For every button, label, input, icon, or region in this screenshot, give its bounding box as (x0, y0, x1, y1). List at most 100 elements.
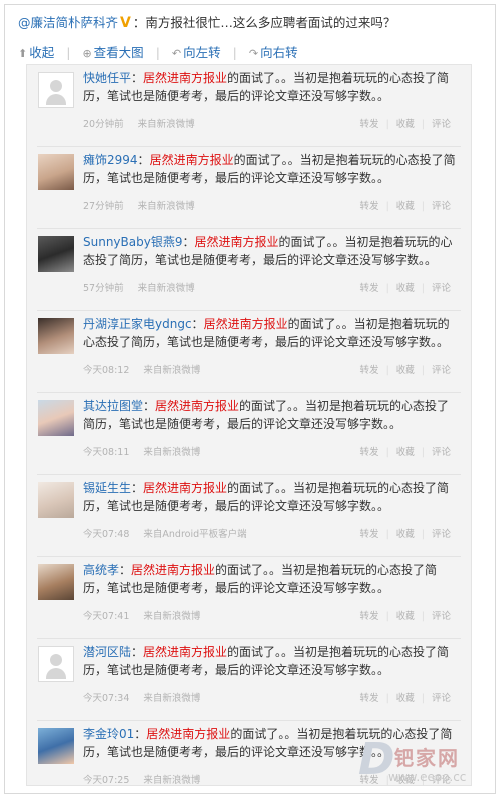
commenter-name[interactable]: 其达拉图堂 (83, 399, 143, 413)
source[interactable]: 来自新浪微博 (143, 693, 200, 704)
favorite-link[interactable]: 收藏 (396, 365, 415, 376)
avatar[interactable] (38, 318, 74, 354)
comment-actions: 转发 | 收藏 | 评论 (360, 116, 451, 130)
comment-colon: ： (143, 399, 156, 413)
rotate-right-button[interactable]: ↷ 向右转 (249, 42, 298, 61)
comment-colon: ： (131, 645, 144, 659)
rotate-right-label: 向右转 (260, 45, 298, 60)
action-separator: | (421, 529, 425, 540)
repost-link[interactable]: 转发 (360, 529, 379, 540)
comment-link[interactable]: 评论 (432, 201, 451, 212)
timestamp[interactable]: 今天08:12 (83, 365, 129, 376)
list-item: 其达拉图堂：居然进南方报业的面试了。。当初是抱着玩玩的心态投了简历，笔试也是随便… (27, 393, 471, 475)
comment-link[interactable]: 评论 (432, 611, 451, 622)
source[interactable]: 来自新浪微博 (143, 611, 200, 622)
comment-highlight: 居然进南方报业 (131, 563, 216, 577)
comment-colon: ： (131, 481, 144, 495)
action-separator: | (421, 119, 425, 130)
avatar[interactable] (38, 154, 74, 190)
zoom-icon: ⊕ (82, 47, 92, 60)
comment-link[interactable]: 评论 (432, 365, 451, 376)
comment-link[interactable]: 评论 (432, 529, 451, 540)
commenter-name[interactable]: 瘫饰2994 (83, 153, 138, 167)
comment-text: 瘫饰2994：居然进南方报业的面试了。。当初是抱着玩玩的心态投了简历，笔试也是随… (83, 151, 461, 187)
toolbar-divider: | (66, 45, 71, 60)
action-separator: | (421, 447, 425, 458)
source[interactable]: 来自新浪微博 (143, 775, 200, 786)
rotate-right-icon: ↷ (248, 47, 259, 60)
comment-meta: 27分钟前 来自新浪微博 转发 | 收藏 | 评论 (83, 198, 461, 212)
rotate-left-button[interactable]: ↶ 向左转 (172, 42, 221, 61)
commenter-name[interactable]: 李金玲01 (83, 727, 134, 741)
commenter-name[interactable]: 锡延生生 (83, 481, 131, 495)
comment-text: SunnyBaby银燕9：居然进南方报业的面试了。。当初是抱着玩玩的心态投了简历… (83, 233, 461, 269)
repost-link[interactable]: 转发 (360, 693, 379, 704)
action-separator: | (421, 611, 425, 622)
comment-actions: 转发 | 收藏 | 评论 (360, 280, 451, 294)
source[interactable]: 来自新浪微博 (138, 119, 195, 130)
view-large-button[interactable]: ⊕ 查看大图 (82, 42, 143, 61)
favorite-link[interactable]: 收藏 (396, 529, 415, 540)
timestamp[interactable]: 今天07:41 (83, 611, 129, 622)
avatar[interactable] (38, 728, 74, 764)
favorite-link[interactable]: 收藏 (396, 693, 415, 704)
comment-highlight: 居然进南方报业 (203, 317, 288, 331)
comment-actions: 转发 | 收藏 | 评论 (360, 608, 451, 622)
source[interactable]: 来自新浪微博 (143, 447, 200, 458)
source[interactable]: 来自新浪微博 (143, 365, 200, 376)
comment-text: 其达拉图堂：居然进南方报业的面试了。。当初是抱着玩玩的心态投了简历，笔试也是随便… (83, 397, 461, 433)
favorite-link[interactable]: 收藏 (396, 119, 415, 130)
timestamp[interactable]: 20分钟前 (83, 119, 124, 130)
comment-highlight: 居然进南方报业 (143, 481, 228, 495)
comment-colon: ： (137, 153, 150, 167)
timestamp[interactable]: 今天07:48 (83, 529, 129, 540)
comment-text: 潜河区陆：居然进南方报业的面试了。。当初是抱着玩玩的心态投了简历，笔试也是随便考… (83, 643, 461, 679)
favorite-link[interactable]: 收藏 (396, 283, 415, 294)
source[interactable]: 来自新浪微博 (138, 201, 195, 212)
favorite-link[interactable]: 收藏 (396, 611, 415, 622)
commenter-name[interactable]: 快她任平 (83, 71, 131, 85)
repost-link[interactable]: 转发 (360, 611, 379, 622)
list-item: 锡延生生：居然进南方报业的面试了。。当初是抱着玩玩的心态投了简历，笔试也是随便考… (27, 475, 471, 557)
commenter-name[interactable]: 潜河区陆 (83, 645, 131, 659)
avatar[interactable] (38, 400, 74, 436)
commenter-name[interactable]: SunnyBaby银燕9 (83, 235, 182, 249)
avatar[interactable] (38, 72, 74, 108)
action-separator: | (421, 693, 425, 704)
repost-link[interactable]: 转发 (360, 119, 379, 130)
comment-link[interactable]: 评论 (432, 119, 451, 130)
comment-highlight: 居然进南方报业 (143, 645, 228, 659)
repost-link[interactable]: 转发 (360, 283, 379, 294)
repost-link[interactable]: 转发 (360, 201, 379, 212)
collapse-button[interactable]: ⬆ 收起 (18, 42, 54, 61)
avatar[interactable] (38, 646, 74, 682)
timestamp[interactable]: 今天08:11 (83, 447, 129, 458)
timestamp[interactable]: 57分钟前 (83, 283, 124, 294)
comment-link[interactable]: 评论 (432, 447, 451, 458)
repost-link[interactable]: 转发 (360, 447, 379, 458)
comment-text: 快她任平：居然进南方报业的面试了。。当初是抱着玩玩的心态投了简历，笔试也是随便考… (83, 69, 461, 105)
commenter-name[interactable]: 丹湖淳正家电ydngc (83, 317, 192, 331)
favorite-link[interactable]: 收藏 (396, 447, 415, 458)
comment-link[interactable]: 评论 (432, 283, 451, 294)
toolbar-divider: | (155, 45, 160, 60)
source[interactable]: 来自Android平板客户端 (143, 529, 246, 540)
avatar[interactable] (38, 564, 74, 600)
watermark-site: 钯家网 (394, 746, 460, 770)
post-author-link[interactable]: @廉洁简朴萨科齐 (18, 15, 118, 30)
avatar[interactable] (38, 236, 74, 272)
comment-meta: 57分钟前 来自新浪微博 转发 | 收藏 | 评论 (83, 280, 461, 294)
commenter-name[interactable]: 高统孝 (83, 563, 119, 577)
repost-link[interactable]: 转发 (360, 365, 379, 376)
toolbar-divider: | (232, 45, 237, 60)
action-separator: | (385, 447, 389, 458)
list-item: SunnyBaby银燕9：居然进南方报业的面试了。。当初是抱着玩玩的心态投了简历… (27, 229, 471, 311)
comment-link[interactable]: 评论 (432, 693, 451, 704)
favorite-link[interactable]: 收藏 (396, 201, 415, 212)
timestamp[interactable]: 今天07:25 (83, 775, 129, 786)
timestamp[interactable]: 今天07:34 (83, 693, 129, 704)
source[interactable]: 来自新浪微博 (138, 283, 195, 294)
timestamp[interactable]: 27分钟前 (83, 201, 124, 212)
view-large-label: 查看大图 (93, 45, 144, 60)
avatar[interactable] (38, 482, 74, 518)
